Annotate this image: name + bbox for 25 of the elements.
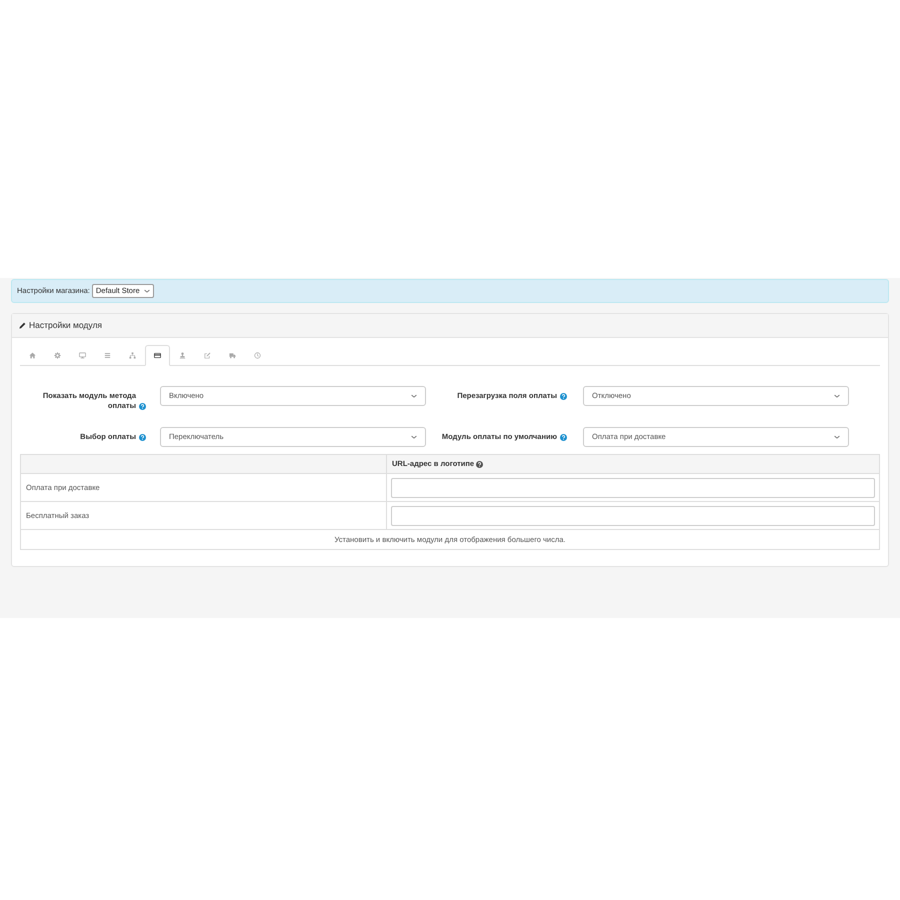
- truck-icon: [229, 352, 236, 359]
- help-icon: [139, 434, 146, 440]
- chevron-down-icon: [144, 289, 150, 293]
- chevron-down-icon: [411, 435, 417, 439]
- panel-title: Настройки модуля: [29, 319, 102, 332]
- gear-icon: [54, 352, 61, 359]
- pencil-icon: [19, 322, 26, 329]
- home-icon: [29, 352, 36, 359]
- input-field[interactable]: [391, 506, 875, 526]
- list-icon: [104, 352, 111, 359]
- clock-icon: [254, 352, 261, 359]
- stamp-icon: [179, 352, 186, 359]
- help-icon: [476, 460, 484, 468]
- help-icon: [139, 402, 146, 410]
- help-icon: [560, 392, 567, 400]
- chevron-down-icon: [411, 394, 417, 398]
- chevron-down-icon: [834, 435, 840, 439]
- tab[interactable]: [145, 345, 170, 366]
- edit-icon: [204, 352, 211, 359]
- help-icon: [560, 434, 567, 440]
- hierarchy-icon: [129, 352, 136, 359]
- credit-card-icon: [154, 352, 161, 359]
- chevron-down-icon: [834, 394, 840, 398]
- input-field[interactable]: [391, 478, 875, 498]
- monitor-icon: [79, 352, 86, 359]
